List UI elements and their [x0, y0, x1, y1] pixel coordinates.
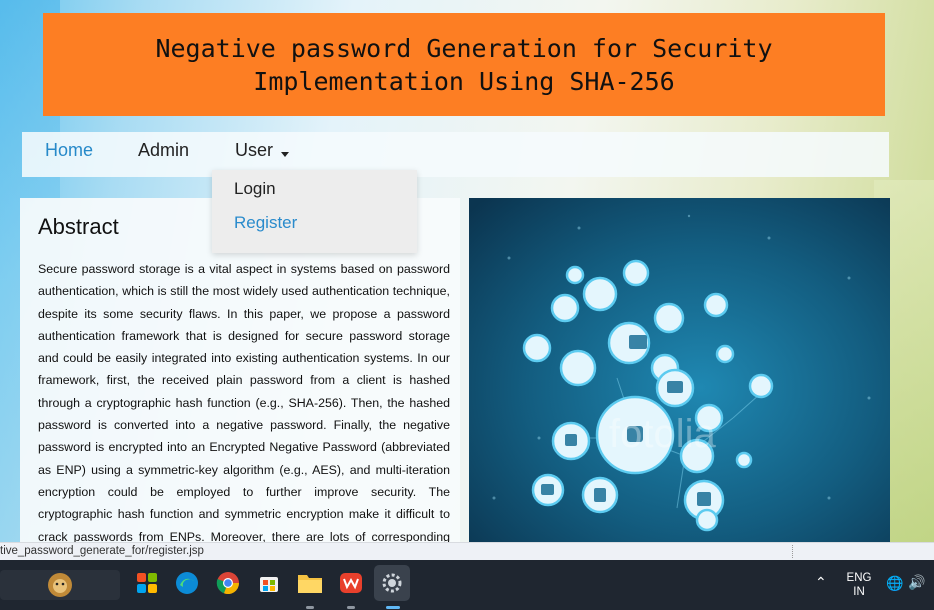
page-title: Negative password Generation for Securit… — [155, 32, 772, 98]
abstract-heading: Abstract — [38, 214, 119, 239]
volume-icon[interactable]: 🔊 — [908, 575, 925, 589]
nav-user-label: User — [235, 140, 274, 160]
browser-status-bar: tive_password_generate_for/register.jsp — [0, 542, 934, 560]
file-explorer-running-indicator — [306, 606, 314, 609]
status-separator — [792, 545, 793, 558]
status-url: tive_password_generate_for/register.jsp — [0, 545, 204, 557]
nav-admin-link[interactable]: Admin — [138, 139, 189, 161]
chrome-icon[interactable] — [213, 568, 243, 598]
hero-image: fotolia — [469, 198, 890, 543]
windows-taskbar: ⌃ ENG IN 🌐 🔊 — [0, 560, 934, 610]
language-code: ENG — [846, 572, 872, 584]
menu-item-login[interactable]: Login — [234, 179, 276, 199]
nav-user-dropdown[interactable]: User — [235, 139, 290, 161]
menu-item-register[interactable]: Register — [234, 213, 297, 233]
header-banner: Negative password Generation for Securit… — [43, 13, 885, 116]
settings-icon[interactable] — [374, 565, 410, 601]
language-indicator[interactable]: ENG IN — [843, 571, 875, 599]
technology-network-illustration: fotolia — [469, 198, 890, 543]
store-icon[interactable] — [254, 568, 284, 598]
settings-active-indicator — [386, 606, 400, 609]
wps-running-indicator — [347, 606, 355, 609]
fotolia-watermark: fotolia — [609, 412, 716, 456]
user-dropdown-menu: Login Register — [212, 170, 417, 253]
widgets-icon[interactable] — [0, 570, 120, 600]
page-title-line2: Implementation Using SHA-256 — [253, 66, 675, 96]
top-navbar: Home Admin User — [22, 132, 889, 177]
file-explorer-icon[interactable] — [295, 568, 325, 598]
wps-office-icon[interactable] — [336, 568, 366, 598]
caret-down-icon — [281, 152, 290, 157]
abstract-text: Secure password storage is a vital aspec… — [38, 262, 450, 543]
lion-widget-icon — [48, 573, 72, 597]
nav-home-link[interactable]: Home — [45, 139, 93, 161]
region-code: IN — [853, 586, 865, 598]
copilot-icon[interactable] — [132, 568, 162, 598]
network-icon[interactable]: 🌐 — [886, 576, 903, 590]
page-title-line1: Negative password Generation for Securit… — [155, 33, 773, 63]
edge-icon[interactable] — [172, 568, 202, 598]
chevron-up-icon[interactable]: ⌃ — [815, 575, 827, 589]
